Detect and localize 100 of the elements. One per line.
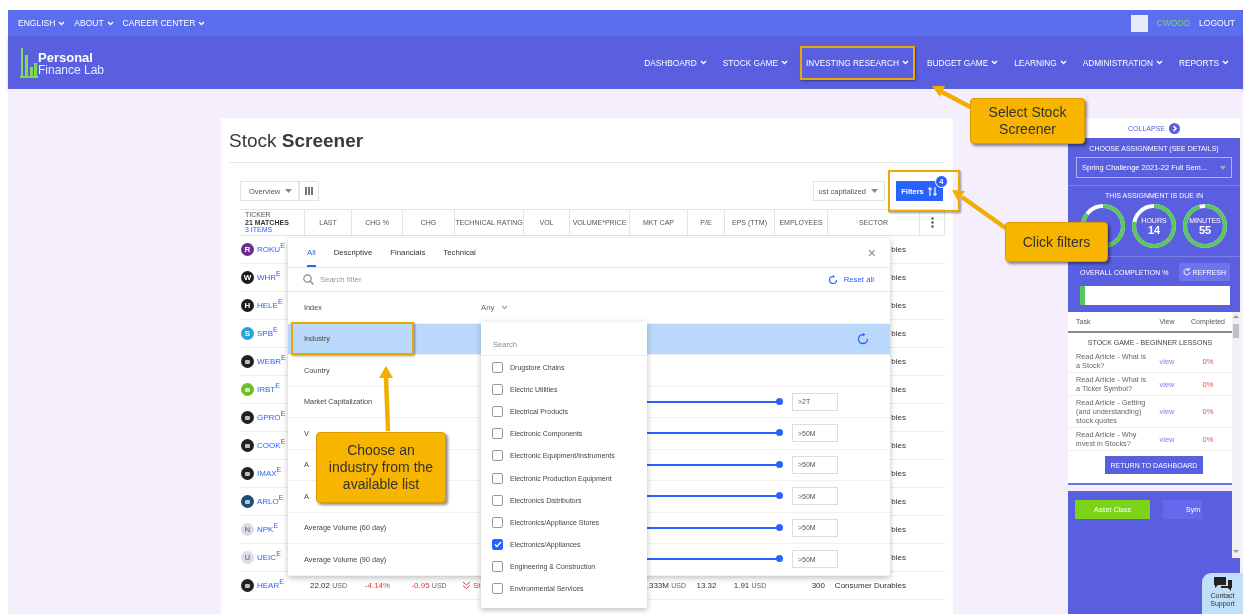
table-cell: Consumer Durables — [834, 581, 906, 590]
ticker-link[interactable]: SPB — [257, 329, 273, 338]
checkbox[interactable] — [492, 472, 503, 484]
caret-icon — [871, 189, 878, 193]
top-link[interactable]: ENGLISH — [18, 18, 66, 28]
checkbox[interactable] — [492, 583, 503, 595]
nav-item[interactable]: LEARNING — [1010, 52, 1071, 73]
ticker-link[interactable]: UEIC — [257, 553, 277, 562]
refresh-icon — [1182, 268, 1191, 276]
company-logo: N — [241, 523, 254, 536]
slider-thumb[interactable] — [776, 397, 783, 405]
nav-item[interactable]: ADMINISTRATION — [1078, 52, 1168, 73]
ticker-link[interactable]: WHR — [257, 273, 277, 282]
top-link[interactable]: CAREER CENTER — [122, 18, 206, 28]
ticker-link[interactable]: ARLO — [257, 497, 279, 506]
table-cell: bles — [891, 273, 906, 282]
nav-item[interactable]: INVESTING RESEARCH — [799, 45, 916, 80]
ticker-link[interactable]: COOK — [257, 441, 281, 450]
slider-thumb[interactable] — [776, 492, 783, 500]
ticker-link[interactable]: HELE — [257, 301, 278, 310]
table-cell: 300 — [811, 581, 825, 590]
logout-link[interactable]: LOGOUT — [1199, 18, 1235, 28]
checkbox[interactable] — [492, 361, 503, 373]
slider-thumb[interactable] — [776, 555, 783, 563]
company-logo: U — [241, 551, 254, 564]
nav-item[interactable]: REPORTS — [1175, 52, 1233, 73]
ticker-link[interactable]: IMAX — [257, 469, 277, 478]
checkbox[interactable] — [492, 450, 503, 462]
ticker-link[interactable]: IRBT — [257, 385, 276, 394]
company-logo: W — [241, 271, 254, 284]
chevron-icon — [699, 60, 707, 65]
callout-note: Click filters — [1005, 222, 1108, 262]
brand-name: Personal — [38, 50, 94, 64]
avatar-icon[interactable] — [1130, 14, 1148, 32]
checkbox[interactable] — [492, 428, 503, 440]
caret-icon — [1220, 165, 1226, 170]
search-icon — [303, 274, 314, 285]
slider-thumb[interactable] — [776, 523, 783, 531]
ticker-link[interactable]: NPK — [257, 525, 274, 534]
sliders-icon — [927, 186, 937, 196]
table-cell: bles — [891, 469, 906, 478]
down-chevron-icon — [463, 582, 470, 589]
ring-value: 14 — [1147, 223, 1161, 236]
checkbox[interactable] — [492, 494, 503, 506]
chevron-icon — [1059, 60, 1067, 65]
company-logo: S — [241, 327, 254, 340]
table-cell: 13.32 — [696, 581, 717, 590]
table-cell: St — [473, 581, 481, 590]
chevron-icon — [198, 20, 206, 26]
chevron-icon — [780, 60, 788, 65]
table-cell: bles — [891, 245, 906, 254]
table-cell: bles — [891, 301, 906, 310]
chevron-icon — [1156, 60, 1164, 65]
company-logo: R — [241, 243, 254, 256]
ticker-link[interactable]: GPRO — [257, 413, 281, 422]
nav-item[interactable]: BUDGET GAME — [923, 52, 1003, 73]
table-cell: bles — [891, 497, 906, 506]
close-button[interactable]: × — [867, 245, 876, 260]
slider-thumb[interactable] — [776, 460, 783, 468]
chat-icon — [1212, 576, 1233, 592]
callout-note: Select Stock Screener — [970, 98, 1085, 144]
checkbox[interactable] — [492, 516, 503, 528]
columns-icon — [299, 181, 320, 201]
more-icon — [930, 217, 934, 228]
chevron-icon — [1222, 60, 1229, 65]
chevron-icon — [501, 304, 509, 310]
company-logo: H — [241, 299, 254, 312]
chevron-circle-icon — [1169, 122, 1180, 134]
checkbox[interactable] — [492, 561, 503, 573]
caret-icon — [285, 189, 293, 193]
top-link[interactable]: ABOUT — [74, 18, 114, 28]
nav-item[interactable]: DASHBOARD — [640, 52, 711, 73]
brand-name: Finance Lab — [38, 63, 105, 77]
checkbox[interactable] — [492, 405, 503, 417]
callout-note: Choose an industry from the available list — [316, 432, 446, 503]
table-cell: bles — [891, 525, 906, 534]
countdown-ring — [1182, 203, 1228, 249]
table-cell: -4.14% — [364, 581, 391, 590]
logo-icon — [20, 46, 38, 79]
ticker-link[interactable]: WEBR — [257, 357, 281, 366]
table-cell: bles — [891, 553, 906, 562]
chevron-icon — [106, 20, 114, 26]
slider-thumb[interactable] — [776, 429, 783, 437]
page-title: Stock Screener — [229, 130, 945, 163]
checkbox[interactable] — [492, 539, 503, 551]
chevron-icon — [58, 20, 66, 26]
chevron-icon — [991, 60, 999, 65]
nav-item[interactable]: STOCK GAME — [718, 52, 792, 73]
table-cell: bles — [891, 413, 906, 422]
table-cell: bles — [891, 357, 906, 366]
reset-icon — [827, 274, 838, 285]
ring-value: 55 — [1198, 223, 1212, 236]
table-cell: bles — [891, 441, 906, 450]
table-cell: bles — [891, 385, 906, 394]
ticker-link[interactable]: ROKU — [257, 245, 281, 254]
chevron-icon — [902, 60, 910, 65]
ticker-link[interactable]: HEAR — [257, 581, 280, 590]
countdown-ring — [1131, 203, 1177, 249]
reset-icon — [857, 332, 869, 345]
checkbox[interactable] — [492, 383, 503, 395]
